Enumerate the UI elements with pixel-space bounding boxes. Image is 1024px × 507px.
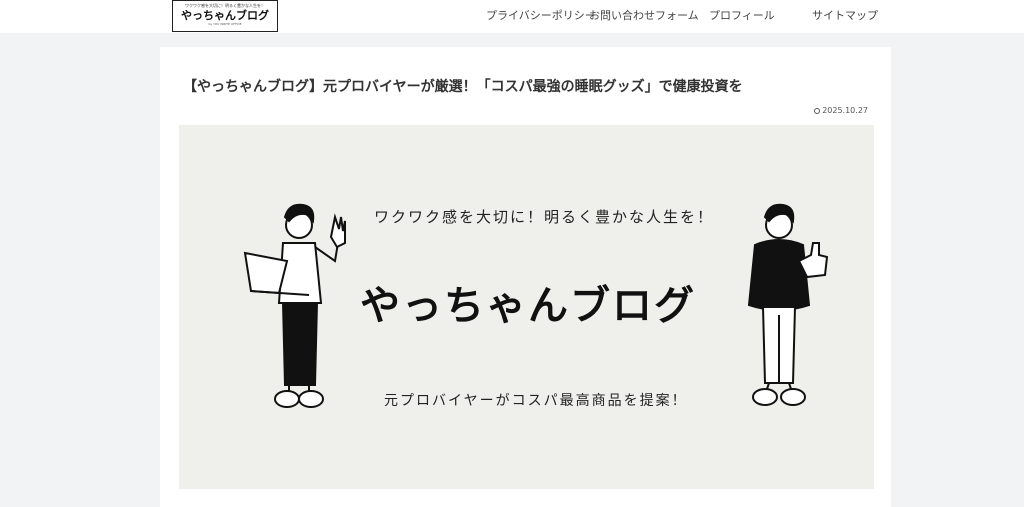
article-date-text: 2025.10.27	[822, 106, 868, 115]
left-character-illustration	[243, 203, 346, 408]
hero-image: ワクワク感を大切に！明るく豊かな人生を！ やっちゃんブログ 元プロバイヤーがコス…	[179, 125, 874, 489]
article-title: 【やっちゃんブログ】元プロバイヤーが厳選！「コスパ最強の睡眠グッズ」で健康投資を	[183, 79, 743, 95]
hero-title: やっちゃんブログ	[360, 283, 696, 329]
right-character-illustration	[747, 203, 829, 406]
nav-privacy-policy[interactable]: プライバシーポリシー	[486, 9, 596, 23]
site-logo[interactable]: ワクワク感を大切に！明るく豊かな人生を！ やっちゃんブログ by YOU WRI…	[172, 0, 278, 32]
article-date: 2025.10.27	[800, 105, 868, 117]
logo-name: やっちゃんブログ	[181, 9, 269, 22]
site-header: ワクワク感を大切に！明るく豊かな人生を！ やっちゃんブログ by YOU WRI…	[0, 0, 1024, 33]
nav-sitemap[interactable]: サイトマップ	[812, 9, 878, 23]
nav-contact-form[interactable]: お問い合わせフォーム	[589, 9, 699, 23]
clock-icon	[814, 108, 821, 114]
hero-tagline-top: ワクワク感を大切に！明るく豊かな人生を！	[374, 208, 715, 226]
logo-sub: by YOU WRITE OFFICE	[208, 22, 242, 26]
nav-profile[interactable]: プロフィール	[709, 9, 775, 23]
hero-tagline-bottom: 元プロバイヤーがコスパ最高商品を提案！	[384, 393, 688, 409]
